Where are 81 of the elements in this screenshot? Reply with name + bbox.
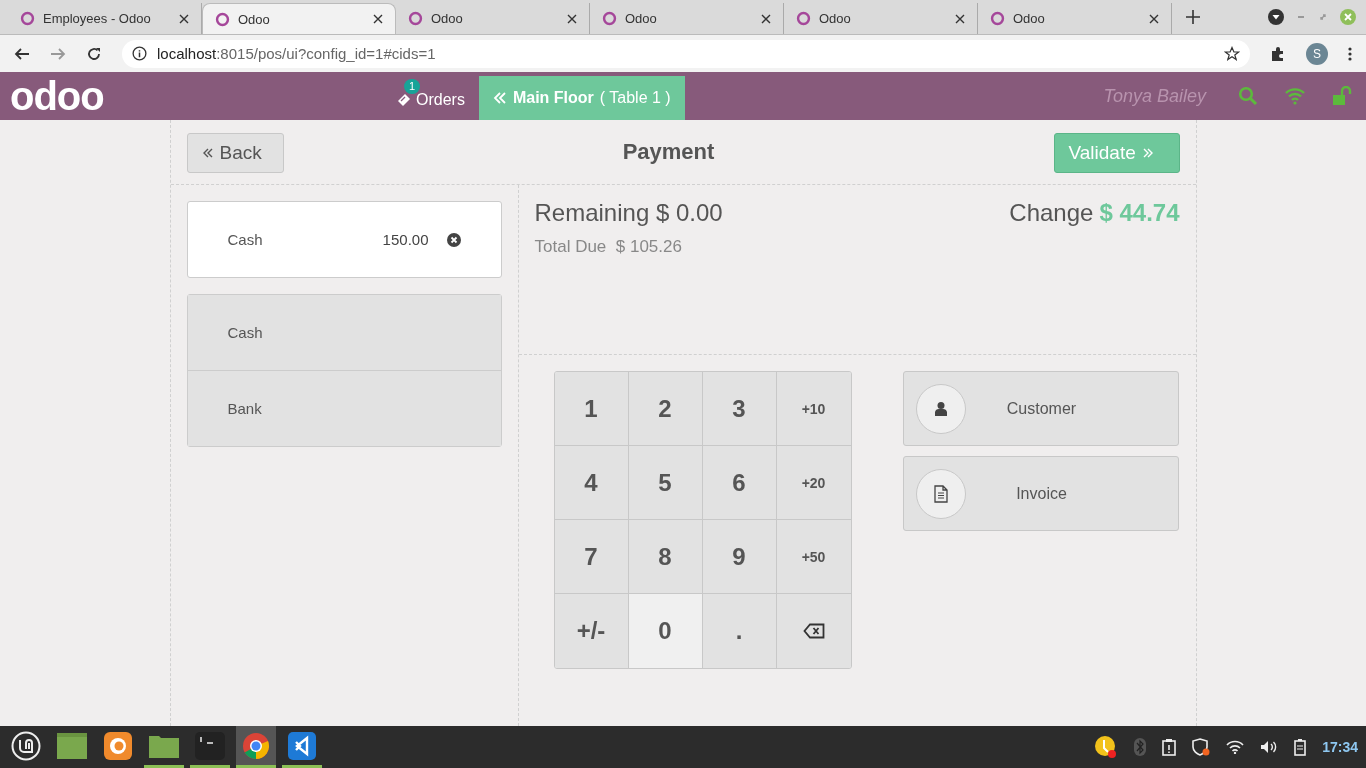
wifi-icon[interactable] — [1226, 740, 1245, 754]
action-button[interactable]: Invoice — [902, 456, 1179, 531]
numpad-key[interactable]: 1 — [554, 372, 629, 446]
numpad-key[interactable]: +10 — [776, 372, 851, 446]
odoo-icon — [602, 11, 617, 26]
numpad-key[interactable]: 7 — [554, 520, 629, 594]
close-icon[interactable] — [373, 14, 383, 24]
change-label: Change — [1009, 199, 1094, 227]
numpad-key[interactable]: 8 — [628, 520, 703, 594]
close-icon[interactable] — [955, 13, 965, 24]
close-icon[interactable] — [567, 13, 577, 24]
back-arrow-icon[interactable] — [14, 45, 30, 62]
odoo-icon — [796, 11, 811, 26]
profile-avatar[interactable]: S — [1306, 42, 1328, 65]
desktop-icon — [57, 732, 87, 759]
floor-name: Main Floor — [512, 89, 594, 107]
numpad-key[interactable]: . — [702, 594, 777, 668]
folder-icon — [149, 733, 179, 758]
numpad-key[interactable]: 5 — [628, 446, 703, 520]
payment-amount: 150.00 — [382, 231, 429, 248]
reload-icon[interactable] — [86, 45, 102, 62]
numpad-key[interactable]: +50 — [776, 520, 851, 594]
address-field[interactable]: localhost:8015/pos/ui?config_id=1#cids=1 — [122, 39, 1250, 68]
numpad-key[interactable] — [776, 594, 851, 668]
odoo-logo[interactable]: odoo — [10, 76, 370, 116]
back-button[interactable]: Back — [186, 133, 284, 173]
odoo-icon — [408, 11, 423, 26]
shield-icon[interactable] — [1192, 738, 1211, 756]
double-right-arrow-icon — [1141, 147, 1154, 159]
browser-tab[interactable]: Odoo — [590, 3, 784, 34]
order-count-badge: 1 — [404, 79, 421, 94]
numpad-key[interactable]: 4 — [554, 446, 629, 520]
orders-button[interactable]: 1 Orders — [396, 79, 465, 113]
odoo-icon — [20, 11, 35, 26]
star-icon[interactable] — [1224, 45, 1240, 62]
delete-icon[interactable] — [446, 232, 461, 247]
browser-tab[interactable]: Odoo — [784, 3, 978, 34]
odoo-icon — [215, 11, 230, 27]
payment-method-button[interactable]: Cash — [187, 295, 501, 371]
numpad-key[interactable]: +20 — [776, 446, 851, 520]
table-name: ( Table 1 ) — [599, 89, 671, 107]
close-icon[interactable] — [761, 13, 771, 24]
browser-tab[interactable]: Odoo — [978, 3, 1172, 34]
url-text: localhost:8015/pos/ui?config_id=1#cids=1 — [157, 45, 436, 62]
puzzle-icon[interactable] — [1270, 45, 1286, 62]
numpad-key[interactable]: 3 — [702, 372, 777, 446]
screen-title: Payment — [622, 139, 715, 165]
action-button[interactable]: Customer — [902, 371, 1179, 446]
clock[interactable]: 17:34 — [1322, 739, 1358, 755]
info-icon — [132, 46, 147, 61]
new-tab-icon[interactable] — [1186, 10, 1200, 24]
dropdown-icon[interactable] — [1268, 9, 1284, 25]
browser-tab[interactable]: Odoo — [202, 3, 396, 34]
code-editor-icon — [288, 731, 316, 760]
numpad-key[interactable]: +/- — [554, 594, 629, 668]
browser-tab[interactable]: Odoo — [396, 3, 590, 34]
payment-method-button[interactable]: Bank — [187, 371, 501, 446]
double-left-arrow-icon — [201, 147, 214, 159]
odoo-icon — [990, 11, 1005, 26]
forward-arrow-icon[interactable] — [50, 45, 66, 62]
more-icon[interactable] — [1348, 45, 1352, 62]
backspace-icon — [802, 623, 825, 639]
remaining-amount: Remaining $ 0.00 — [534, 199, 724, 227]
numpad-key[interactable]: 9 — [702, 520, 777, 594]
close-icon[interactable] — [179, 13, 189, 24]
chrome-icon — [242, 731, 270, 760]
terminal-icon — [195, 731, 225, 760]
close-icon[interactable] — [1149, 13, 1159, 24]
double-left-arrow-icon — [492, 91, 507, 105]
volume-icon[interactable] — [1260, 740, 1279, 754]
mint-menu-icon — [11, 730, 41, 761]
total-due: Total Due $ 105.26 — [534, 237, 683, 257]
numpad-key[interactable]: 2 — [628, 372, 703, 446]
change-amount: $ 44.74 — [1099, 199, 1180, 227]
person-icon — [933, 400, 948, 417]
battery-icon[interactable] — [1294, 738, 1307, 756]
ticket-icon — [396, 92, 412, 108]
clipboard-alert-icon[interactable] — [1162, 738, 1177, 756]
document-icon — [933, 484, 948, 503]
numpad-key[interactable]: 6 — [702, 446, 777, 520]
payment-method-name: Cash — [227, 231, 264, 248]
